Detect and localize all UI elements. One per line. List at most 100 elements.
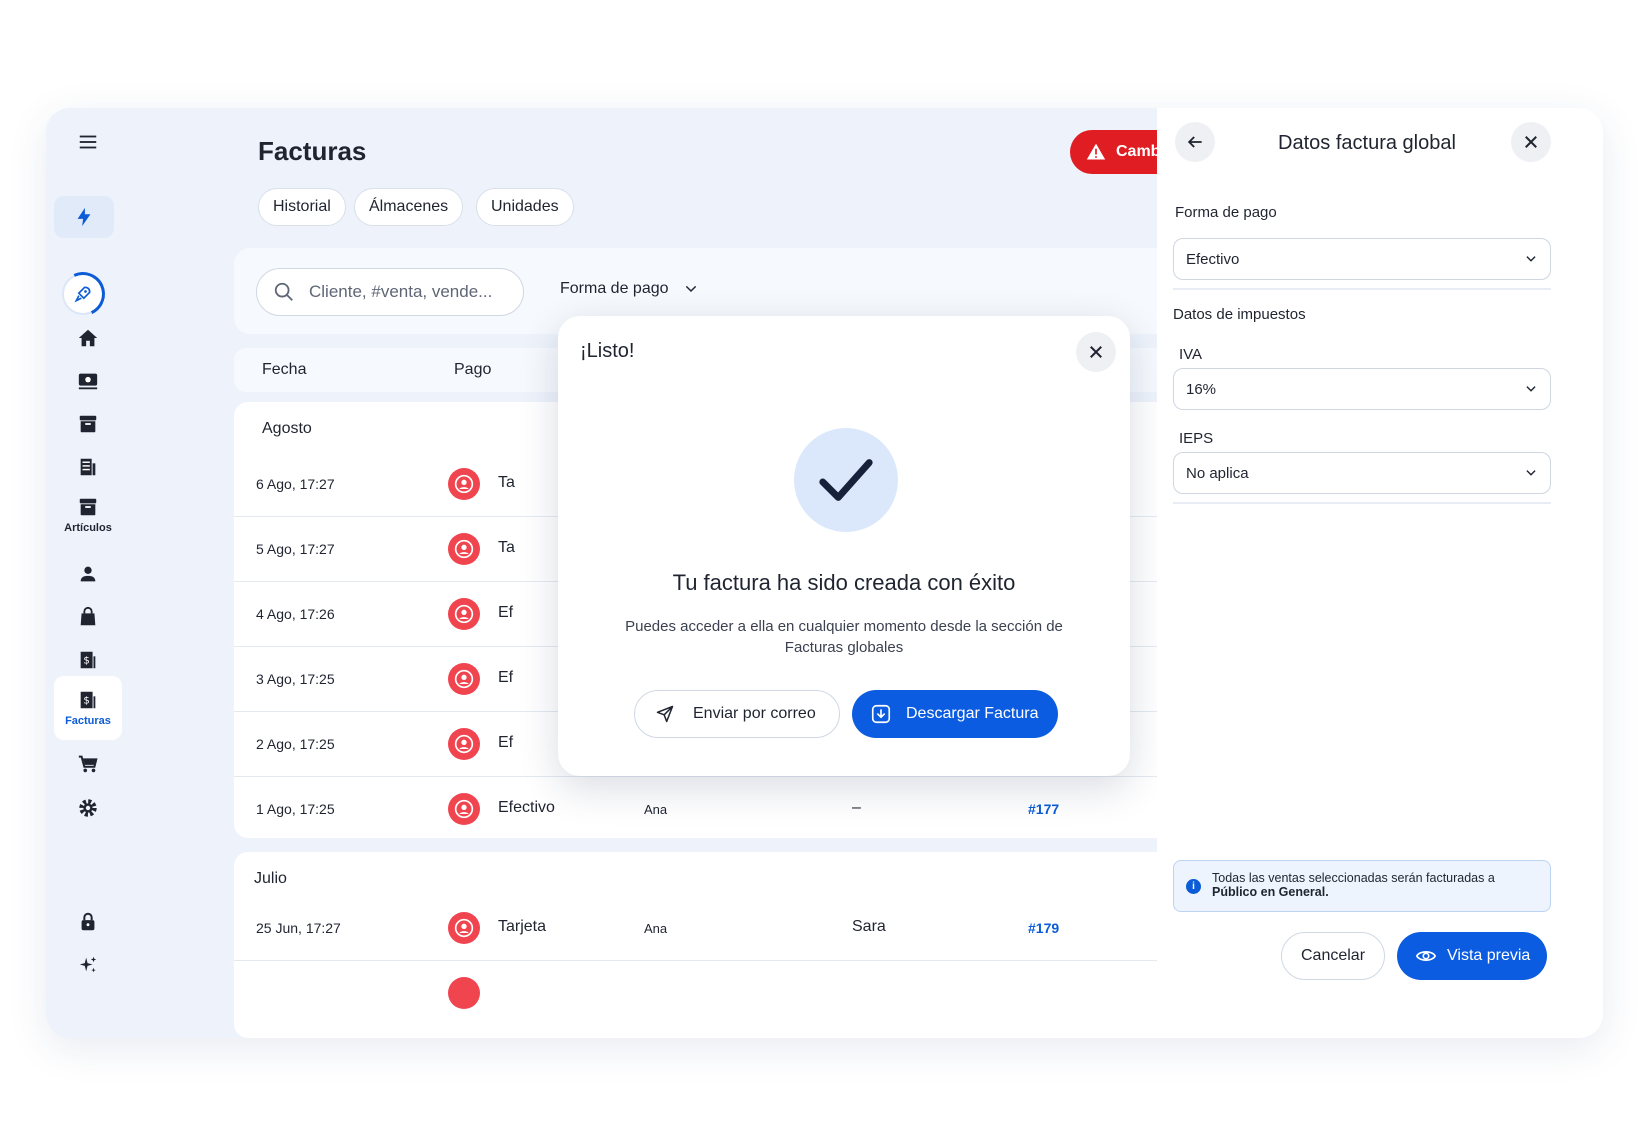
row-payment: Ef — [498, 604, 514, 621]
menu-icon[interactable] — [54, 122, 122, 162]
info-icon: i — [1186, 879, 1201, 894]
home-icon[interactable] — [54, 318, 122, 358]
rocket-icon[interactable] — [62, 273, 104, 315]
svg-text:$: $ — [83, 656, 89, 667]
table-row[interactable]: 1 Ago, 17:25 Efectivo Ana – #177 — [234, 777, 1174, 842]
sidebar-item-facturas[interactable]: $ Facturas — [54, 676, 122, 740]
row-date: 4 Ago, 17:26 — [256, 606, 335, 622]
user-avatar-icon — [454, 918, 474, 938]
avatar — [448, 793, 480, 825]
user-avatar-icon — [454, 734, 474, 754]
info-text: Todas las ventas seleccionadas serán fac… — [1212, 871, 1495, 885]
success-check — [794, 428, 898, 532]
row-payment: Ef — [498, 734, 514, 751]
row-date: 2 Ago, 17:25 — [256, 736, 335, 752]
send-email-button[interactable]: Enviar por correo — [634, 690, 840, 738]
row-date: 6 Ago, 17:27 — [256, 476, 335, 492]
avatar — [448, 468, 480, 500]
forma-pago-label: Forma de pago — [1175, 204, 1277, 221]
row-folio-link[interactable]: #179 — [1028, 920, 1059, 936]
tab-unidades[interactable]: Unidades — [476, 188, 574, 226]
download-icon — [871, 704, 891, 724]
payment-filter-dropdown[interactable]: Forma de pago — [560, 280, 699, 298]
row-client: Sara — [852, 918, 886, 935]
iva-value: 16% — [1186, 380, 1217, 398]
forma-pago-select[interactable]: Efectivo — [1173, 238, 1551, 280]
gear-icon[interactable] — [54, 788, 122, 828]
info-bold-text: Público en General. — [1212, 885, 1329, 899]
row-date: 25 Jun, 17:27 — [256, 920, 341, 936]
avatar — [448, 977, 480, 1009]
avatar — [448, 598, 480, 630]
user-avatar-icon — [454, 669, 474, 689]
table-group-julio: Julio 25 Jun, 17:27 Tarjeta Ana Sara #17… — [234, 852, 1174, 1038]
divider — [1173, 502, 1551, 504]
row-payment: Tarjeta — [498, 918, 547, 935]
search-icon — [274, 282, 293, 301]
lock-icon[interactable] — [54, 902, 122, 942]
bolt-icon[interactable] — [54, 196, 114, 238]
divider — [1173, 288, 1551, 290]
box-icon — [79, 498, 97, 516]
cash-register-icon[interactable] — [54, 361, 122, 401]
row-date: 3 Ago, 17:25 — [256, 671, 335, 687]
user-avatar-icon — [454, 799, 474, 819]
modal-heading: Tu factura ha sido creada con éxito — [672, 570, 1016, 595]
impuestos-label: Datos de impuestos — [1173, 306, 1306, 323]
ieps-label: IEPS — [1179, 430, 1214, 447]
search-box[interactable] — [256, 268, 524, 316]
table-row[interactable]: 25 Jun, 17:27 Tarjeta Ana Sara #179 — [234, 896, 1174, 961]
document-list-icon[interactable] — [54, 447, 122, 487]
user-icon[interactable] — [54, 554, 122, 594]
tab-historial[interactable]: Historial — [258, 188, 346, 226]
ieps-select[interactable]: No aplica — [1173, 452, 1551, 494]
shopping-bag-icon[interactable] — [54, 597, 122, 637]
download-invoice-button[interactable]: Descargar Factura — [852, 690, 1058, 738]
success-modal: ¡Listo! Tu factura ha sido creada con éx… — [558, 316, 1130, 776]
cancel-button[interactable]: Cancelar — [1281, 932, 1385, 980]
payment-filter-label: Forma de pago — [560, 280, 669, 297]
warning-icon — [1086, 143, 1106, 160]
avatar — [448, 728, 480, 760]
row-folio-link[interactable]: #177 — [1028, 801, 1059, 817]
sidebar-item-label: Facturas — [65, 715, 111, 727]
avatar — [448, 912, 480, 944]
preview-button[interactable]: Vista previa — [1397, 932, 1547, 980]
row-date: 1 Ago, 17:25 — [256, 801, 335, 817]
panel-close-button[interactable] — [1511, 122, 1551, 162]
column-header-fecha[interactable]: Fecha — [262, 361, 306, 379]
column-header-pago[interactable]: Pago — [454, 361, 491, 379]
group-title: Agosto — [262, 420, 312, 437]
iva-select[interactable]: 16% — [1173, 368, 1551, 410]
row-payment: Ef — [498, 669, 514, 686]
avatar — [448, 533, 480, 565]
invoice-icon: $ — [80, 691, 96, 709]
download-invoice-label: Descargar Factura — [906, 705, 1039, 722]
tab-almacenes[interactable]: Álmacenes — [354, 188, 464, 226]
invoice-dollar-icon[interactable]: $ — [54, 640, 122, 680]
close-icon — [1090, 346, 1102, 358]
page-title: Facturas — [258, 136, 367, 166]
app-window: Artículos $ $ Facturas Facturas Historia… — [46, 108, 1603, 1038]
archive-icon[interactable] — [54, 404, 122, 444]
chevron-down-icon — [1526, 470, 1536, 476]
row-client: – — [852, 799, 861, 816]
user-avatar-icon — [454, 474, 474, 494]
chevron-down-icon — [1526, 256, 1536, 262]
close-icon — [1525, 136, 1537, 148]
cart-icon[interactable] — [54, 744, 122, 784]
svg-text:$: $ — [83, 696, 89, 707]
preview-label: Vista previa — [1447, 947, 1531, 964]
modal-title: ¡Listo! — [580, 340, 635, 362]
send-icon — [656, 705, 674, 723]
ieps-value: No aplica — [1186, 464, 1249, 482]
eye-icon — [1415, 951, 1437, 961]
sparkles-icon[interactable] — [54, 945, 122, 985]
modal-close-button[interactable] — [1076, 332, 1116, 372]
user-avatar-icon — [454, 604, 474, 624]
table-row[interactable] — [234, 961, 1174, 1026]
chevron-down-icon — [685, 285, 696, 293]
send-email-label: Enviar por correo — [693, 705, 816, 722]
sidebar-item-articulos[interactable]: Artículos — [54, 488, 122, 542]
search-input[interactable] — [309, 282, 509, 302]
